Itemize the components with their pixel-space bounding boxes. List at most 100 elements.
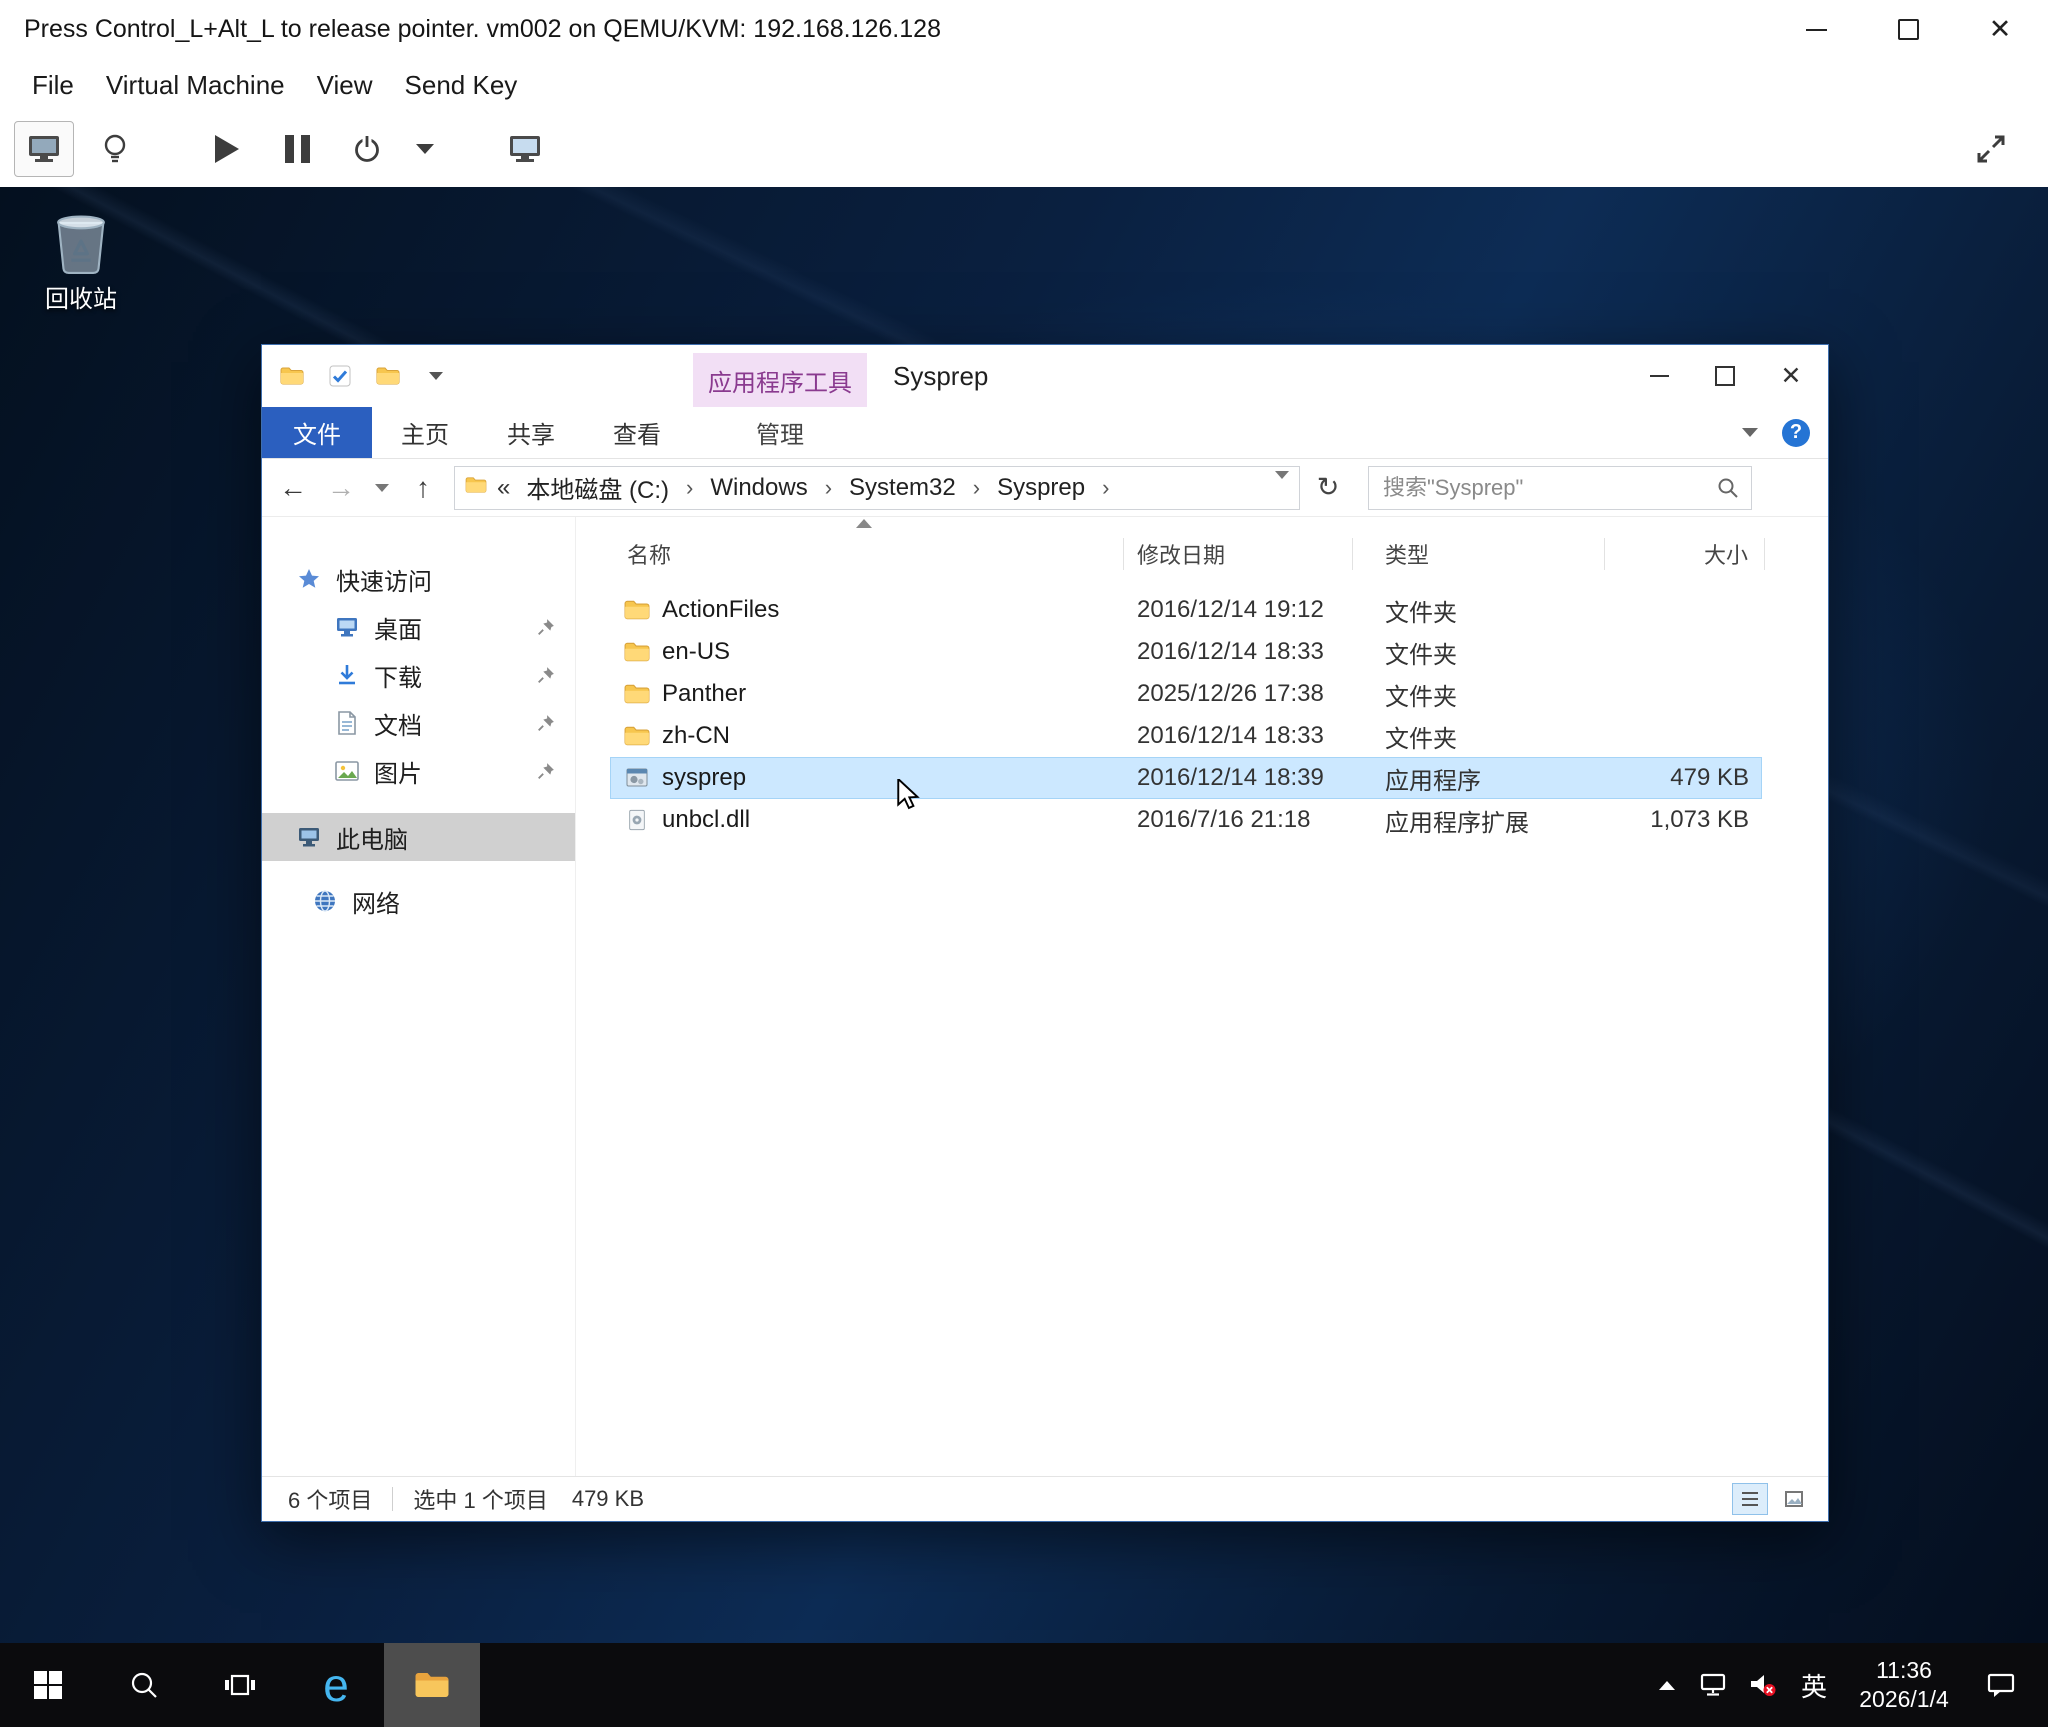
- tab-view[interactable]: 查看: [584, 407, 690, 458]
- table-row[interactable]: en-US 2016/12/14 18:33 文件夹: [576, 631, 1828, 673]
- sidebar-spacer: [262, 861, 575, 877]
- run-button[interactable]: [198, 122, 256, 176]
- clock-time: 11:36: [1876, 1656, 1932, 1685]
- recycle-bin[interactable]: 回收站: [26, 207, 136, 314]
- forward-button[interactable]: [320, 467, 362, 509]
- breadcrumb-system32[interactable]: System32: [843, 474, 962, 502]
- sort-ascending-icon: [856, 519, 872, 528]
- file-rows: ActionFiles 2016/12/14 19:12 文件夹 en-US 2…: [576, 589, 1828, 841]
- column-header-name[interactable]: 名称: [576, 538, 1124, 570]
- menu-send-key[interactable]: Send Key: [389, 70, 534, 101]
- tab-home[interactable]: 主页: [372, 407, 478, 458]
- breadcrumb-sysprep[interactable]: Sysprep: [991, 474, 1091, 502]
- table-row[interactable]: ActionFiles 2016/12/14 19:12 文件夹: [576, 589, 1828, 631]
- maximize-button[interactable]: [1890, 12, 1926, 48]
- breadcrumb-separator-icon[interactable]: ›: [1093, 475, 1118, 501]
- internet-explorer-button[interactable]: e: [288, 1643, 384, 1727]
- network-tray-button[interactable]: [1688, 1643, 1738, 1727]
- sidebar-item-network[interactable]: 网络: [262, 877, 575, 925]
- address-bar[interactable]: « 本地磁盘 (C:) › Windows › System32 › Syspr…: [454, 466, 1300, 510]
- breadcrumb-windows[interactable]: Windows: [704, 474, 813, 502]
- fullscreen-button[interactable]: [1962, 122, 2020, 176]
- sidebar-item-this-pc[interactable]: 此电脑: [262, 813, 575, 861]
- menu-virtual-machine[interactable]: Virtual Machine: [90, 70, 301, 101]
- explorer-titlebar[interactable]: 应用程序工具 Sysprep: [262, 345, 1828, 407]
- tray-expand-button[interactable]: [1646, 1643, 1688, 1727]
- start-button[interactable]: [0, 1643, 96, 1727]
- shutdown-button[interactable]: [338, 122, 396, 176]
- file-list-pane: 名称 修改日期 类型 大小 ActionFiles 2016/12/14 19:…: [576, 517, 1828, 1476]
- sidebar-item-downloads[interactable]: 下载: [262, 651, 575, 699]
- action-center-button[interactable]: [1968, 1643, 2034, 1727]
- column-header-type[interactable]: 类型: [1353, 538, 1605, 570]
- network-icon: [1698, 1672, 1728, 1698]
- menu-file[interactable]: File: [16, 70, 90, 101]
- chevron-up-icon: [1659, 1681, 1675, 1690]
- sidebar-item-quick-access[interactable]: 快速访问: [262, 555, 575, 603]
- recent-locations-button[interactable]: [368, 467, 396, 509]
- show-details-button[interactable]: [86, 122, 144, 176]
- taskbar-search-button[interactable]: [96, 1643, 192, 1727]
- task-view-button[interactable]: [192, 1643, 288, 1727]
- table-row[interactable]: Panther 2025/12/26 17:38 文件夹: [576, 673, 1828, 715]
- table-row-selected[interactable]: sysprep 2016/12/14 18:39 应用程序 479 KB: [576, 757, 1828, 799]
- tab-share[interactable]: 共享: [478, 407, 584, 458]
- expand-ribbon-icon[interactable]: [1742, 428, 1758, 437]
- refresh-button[interactable]: [1306, 467, 1350, 509]
- taskbar: e 英 11:36 2026/1/4: [0, 1643, 2048, 1727]
- up-button[interactable]: [402, 467, 444, 509]
- back-button[interactable]: [272, 467, 314, 509]
- pause-button[interactable]: [268, 122, 326, 176]
- thumbnail-view-button[interactable]: [1776, 1483, 1812, 1515]
- shutdown-menu-button[interactable]: [408, 122, 442, 176]
- virtual-display-button[interactable]: [496, 122, 554, 176]
- play-icon: [215, 135, 239, 163]
- qat-customize-button[interactable]: [422, 362, 450, 390]
- pin-icon: [537, 666, 555, 684]
- tab-file[interactable]: 文件: [262, 407, 372, 458]
- vm-desktop[interactable]: 回收站 应用程序工具 Sysprep: [0, 187, 2048, 1643]
- file-type: 应用程序扩展: [1353, 803, 1605, 838]
- host-titlebar[interactable]: Press Control_L+Alt_L to release pointer…: [0, 0, 2048, 59]
- explorer-close-button[interactable]: [1758, 345, 1824, 407]
- virtual-display-icon: [508, 134, 542, 164]
- close-button[interactable]: [1982, 12, 2018, 48]
- sidebar-item-desktop[interactable]: 桌面: [262, 603, 575, 651]
- table-row[interactable]: zh-CN 2016/12/14 18:33 文件夹: [576, 715, 1828, 757]
- file-size: 1,073 KB: [1605, 806, 1765, 834]
- explorer-maximize-button[interactable]: [1692, 345, 1758, 407]
- task-view-icon: [224, 1672, 256, 1698]
- explorer-minimize-button[interactable]: [1626, 345, 1692, 407]
- address-dropdown-button[interactable]: [1275, 479, 1289, 497]
- ime-indicator[interactable]: 英: [1788, 1643, 1840, 1727]
- search-icon: [1717, 477, 1739, 499]
- column-header-size[interactable]: 大小: [1605, 538, 1765, 570]
- details-view-button[interactable]: [1732, 1483, 1768, 1515]
- qat-new-folder-button[interactable]: [374, 362, 402, 390]
- pin-icon: [537, 618, 555, 636]
- breadcrumb-separator-icon[interactable]: ›: [964, 475, 989, 501]
- breadcrumb-separator-icon[interactable]: ›: [816, 475, 841, 501]
- qat-properties-button[interactable]: [326, 362, 354, 390]
- file-explorer-button[interactable]: [384, 1643, 480, 1727]
- breadcrumb-separator-icon[interactable]: ›: [677, 475, 702, 501]
- column-header-date[interactable]: 修改日期: [1124, 538, 1353, 570]
- folder-icon: [624, 598, 650, 622]
- breadcrumb-overflow[interactable]: «: [489, 474, 518, 502]
- breadcrumb-drive[interactable]: 本地磁盘 (C:): [520, 470, 675, 505]
- network-icon: [312, 888, 338, 914]
- help-button[interactable]: [1782, 419, 1810, 447]
- minimize-button[interactable]: [1798, 12, 1834, 48]
- navigation-bar: « 本地磁盘 (C:) › Windows › System32 › Syspr…: [262, 459, 1828, 517]
- menu-view[interactable]: View: [301, 70, 389, 101]
- volume-muted-icon: [1748, 1671, 1778, 1699]
- sidebar-item-documents[interactable]: 文档: [262, 699, 575, 747]
- volume-tray-button[interactable]: [1738, 1643, 1788, 1727]
- console-display-button[interactable]: [14, 121, 74, 177]
- search-input[interactable]: [1381, 474, 1717, 502]
- tab-manage[interactable]: 管理: [693, 407, 867, 458]
- sidebar-item-pictures[interactable]: 图片: [262, 747, 575, 795]
- taskbar-clock[interactable]: 11:36 2026/1/4: [1840, 1643, 1968, 1727]
- explorer-window-icon: [278, 362, 306, 390]
- table-row[interactable]: unbcl.dll 2016/7/16 21:18 应用程序扩展 1,073 K…: [576, 799, 1828, 841]
